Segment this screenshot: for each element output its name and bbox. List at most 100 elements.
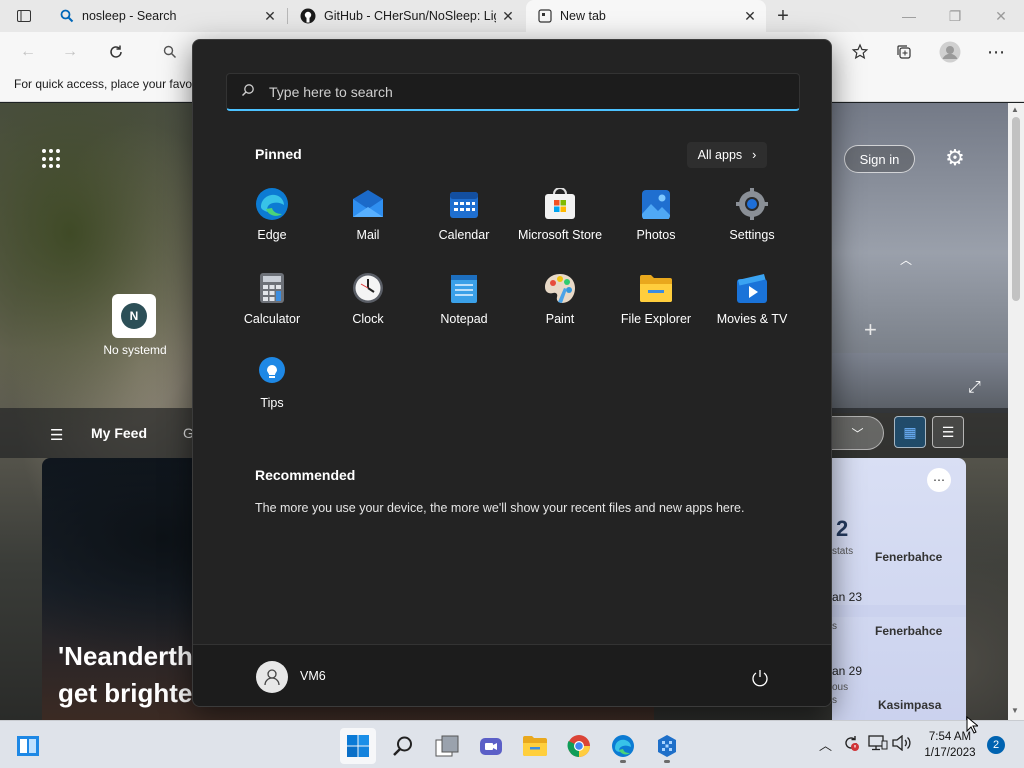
network-icon[interactable] xyxy=(868,735,888,754)
tab-actions-button[interactable] xyxy=(8,4,40,28)
pinned-movies-tv[interactable]: Movies & TV xyxy=(704,261,800,341)
scroll-down-icon[interactable]: ▼ xyxy=(1011,706,1019,715)
show-hidden-icons-chevron-icon[interactable]: ︿ xyxy=(819,735,832,754)
scrollbar-thumb[interactable] xyxy=(1012,117,1020,301)
start-menu: Pinned All apps › Edge Mail Calendar Mic… xyxy=(192,39,832,707)
task-view-button-icon[interactable] xyxy=(429,728,465,764)
github-icon xyxy=(300,8,316,24)
clock-date: 1/17/2023 xyxy=(924,747,976,759)
notification-badge[interactable]: 2 xyxy=(987,736,1005,754)
page-scrollbar[interactable]: ▲ ▼ xyxy=(1008,103,1024,720)
restore-icon[interactable]: ❐ xyxy=(932,0,978,32)
new-tab-button[interactable]: + xyxy=(770,4,796,28)
tab-my-feed[interactable]: My Feed xyxy=(91,425,147,441)
feed-menu-icon[interactable]: ☰ xyxy=(50,426,63,444)
grid-view-icon[interactable]: ▦ xyxy=(894,416,926,448)
volume-icon[interactable] xyxy=(892,734,912,754)
expand-icon[interactable]: ⤢ xyxy=(968,379,981,397)
teams-chat-icon[interactable] xyxy=(473,728,509,764)
chrome-icon[interactable] xyxy=(561,728,597,764)
sports-card[interactable]: ⋯ 2 stats Fenerbahce an 23 ous s Fenerba… xyxy=(832,458,966,720)
pinned-paint[interactable]: Paint xyxy=(512,261,608,341)
scroll-up-icon[interactable]: ▲ xyxy=(1011,105,1019,114)
pinned-label: Paint xyxy=(545,312,575,326)
mouse-cursor-icon xyxy=(966,716,978,734)
power-icon[interactable] xyxy=(747,665,773,691)
pinned-calculator[interactable]: Calculator xyxy=(224,261,320,341)
pinned-settings[interactable]: Settings xyxy=(704,177,800,257)
pinned-mail[interactable]: Mail xyxy=(320,177,416,257)
app-launcher-icon[interactable] xyxy=(42,149,62,169)
close-icon[interactable]: ✕ xyxy=(738,4,762,28)
chevron-down-icon[interactable]: ﹀ xyxy=(832,416,884,450)
pinned-label: Settings xyxy=(729,228,775,242)
sports-score: 2 xyxy=(836,516,849,541)
quick-link-tile[interactable]: N xyxy=(112,294,156,338)
taskbar-search-icon[interactable] xyxy=(385,728,421,764)
pinned-file-explorer[interactable]: File Explorer xyxy=(608,261,704,341)
pinned-notepad[interactable]: Notepad xyxy=(416,261,512,341)
pinned-photos[interactable]: Photos xyxy=(608,177,704,257)
all-apps-button[interactable]: All apps › xyxy=(687,142,767,168)
search-icon xyxy=(241,83,263,100)
pinned-tips[interactable]: Tips xyxy=(224,345,320,425)
start-search-box[interactable] xyxy=(226,73,800,111)
team-name: Kasimpasa xyxy=(878,698,942,712)
pinned-clock[interactable]: Clock xyxy=(320,261,416,341)
quick-link-avatar: N xyxy=(121,303,147,329)
tab-actions-icon xyxy=(17,10,31,22)
calculator-icon xyxy=(255,271,289,305)
user-name[interactable]: VM6 xyxy=(300,669,326,683)
tab-title: nosleep - Search xyxy=(82,9,177,23)
back-icon[interactable]: ← xyxy=(14,38,42,66)
browser-tab-bar: nosleep - Search ✕ GitHub - CHerSun/NoSl… xyxy=(0,0,1024,32)
close-icon[interactable]: ✕ xyxy=(258,4,282,28)
pinned-label: Calendar xyxy=(438,228,490,242)
more-options-icon[interactable]: ⋯ xyxy=(982,38,1010,66)
search-icon xyxy=(60,9,74,23)
pinned-label: Tips xyxy=(260,396,284,410)
task-view-icon[interactable] xyxy=(10,728,46,764)
favorites-hint: For quick access, place your favo xyxy=(14,77,193,91)
add-quick-link-icon[interactable]: + xyxy=(864,317,877,343)
collections-icon[interactable] xyxy=(890,38,918,66)
favorites-icon[interactable] xyxy=(846,38,874,66)
windows-logo-icon xyxy=(347,735,369,757)
page-settings-gear-icon[interactable]: ⚙ xyxy=(942,145,968,171)
close-icon[interactable]: ✕ xyxy=(496,4,520,28)
tab-title: GitHub - CHerSun/NoSleep: Lig xyxy=(324,9,496,23)
background-sea xyxy=(832,353,1008,413)
pinned-edge[interactable]: Edge xyxy=(224,177,320,257)
match-sub: s xyxy=(832,621,837,632)
pinned-microsoft-store[interactable]: Microsoft Store xyxy=(512,177,608,257)
window-close-icon[interactable]: ✕ xyxy=(978,0,1024,32)
edge-taskbar-icon[interactable] xyxy=(605,728,641,764)
pinned-label: File Explorer xyxy=(620,312,692,326)
chevron-up-icon[interactable]: ︿ xyxy=(900,251,912,268)
profile-avatar[interactable] xyxy=(936,38,964,66)
vm-app-icon[interactable] xyxy=(649,728,685,764)
start-search-input[interactable] xyxy=(269,76,799,107)
tab-github[interactable]: GitHub - CHerSun/NoSleep: Lig ✕ xyxy=(288,0,524,32)
list-view-icon[interactable]: ☰ xyxy=(932,416,964,448)
sync-error-icon[interactable] xyxy=(842,734,860,755)
tab-new-tab[interactable]: New tab ✕ xyxy=(526,0,766,32)
file-explorer-icon xyxy=(639,271,673,305)
pinned-label: Notepad xyxy=(440,312,488,326)
settings-icon xyxy=(735,187,769,221)
forward-icon[interactable]: → xyxy=(56,38,84,66)
refresh-icon[interactable] xyxy=(102,38,130,66)
file-explorer-taskbar-icon[interactable] xyxy=(517,728,553,764)
tab-search[interactable]: nosleep - Search ✕ xyxy=(48,0,286,32)
start-button[interactable] xyxy=(340,728,376,764)
sign-in-button[interactable]: Sign in xyxy=(844,145,915,173)
user-avatar-icon[interactable] xyxy=(256,661,288,693)
more-options-icon[interactable]: ⋯ xyxy=(927,468,951,492)
mail-icon xyxy=(351,187,385,221)
minimize-icon[interactable]: — xyxy=(886,0,932,32)
address-search-icon[interactable] xyxy=(156,38,184,66)
pinned-label: Calculator xyxy=(243,312,301,326)
team-name: Fenerbahce xyxy=(875,550,943,564)
match-sub: ous xyxy=(832,682,849,693)
pinned-calendar[interactable]: Calendar xyxy=(416,177,512,257)
